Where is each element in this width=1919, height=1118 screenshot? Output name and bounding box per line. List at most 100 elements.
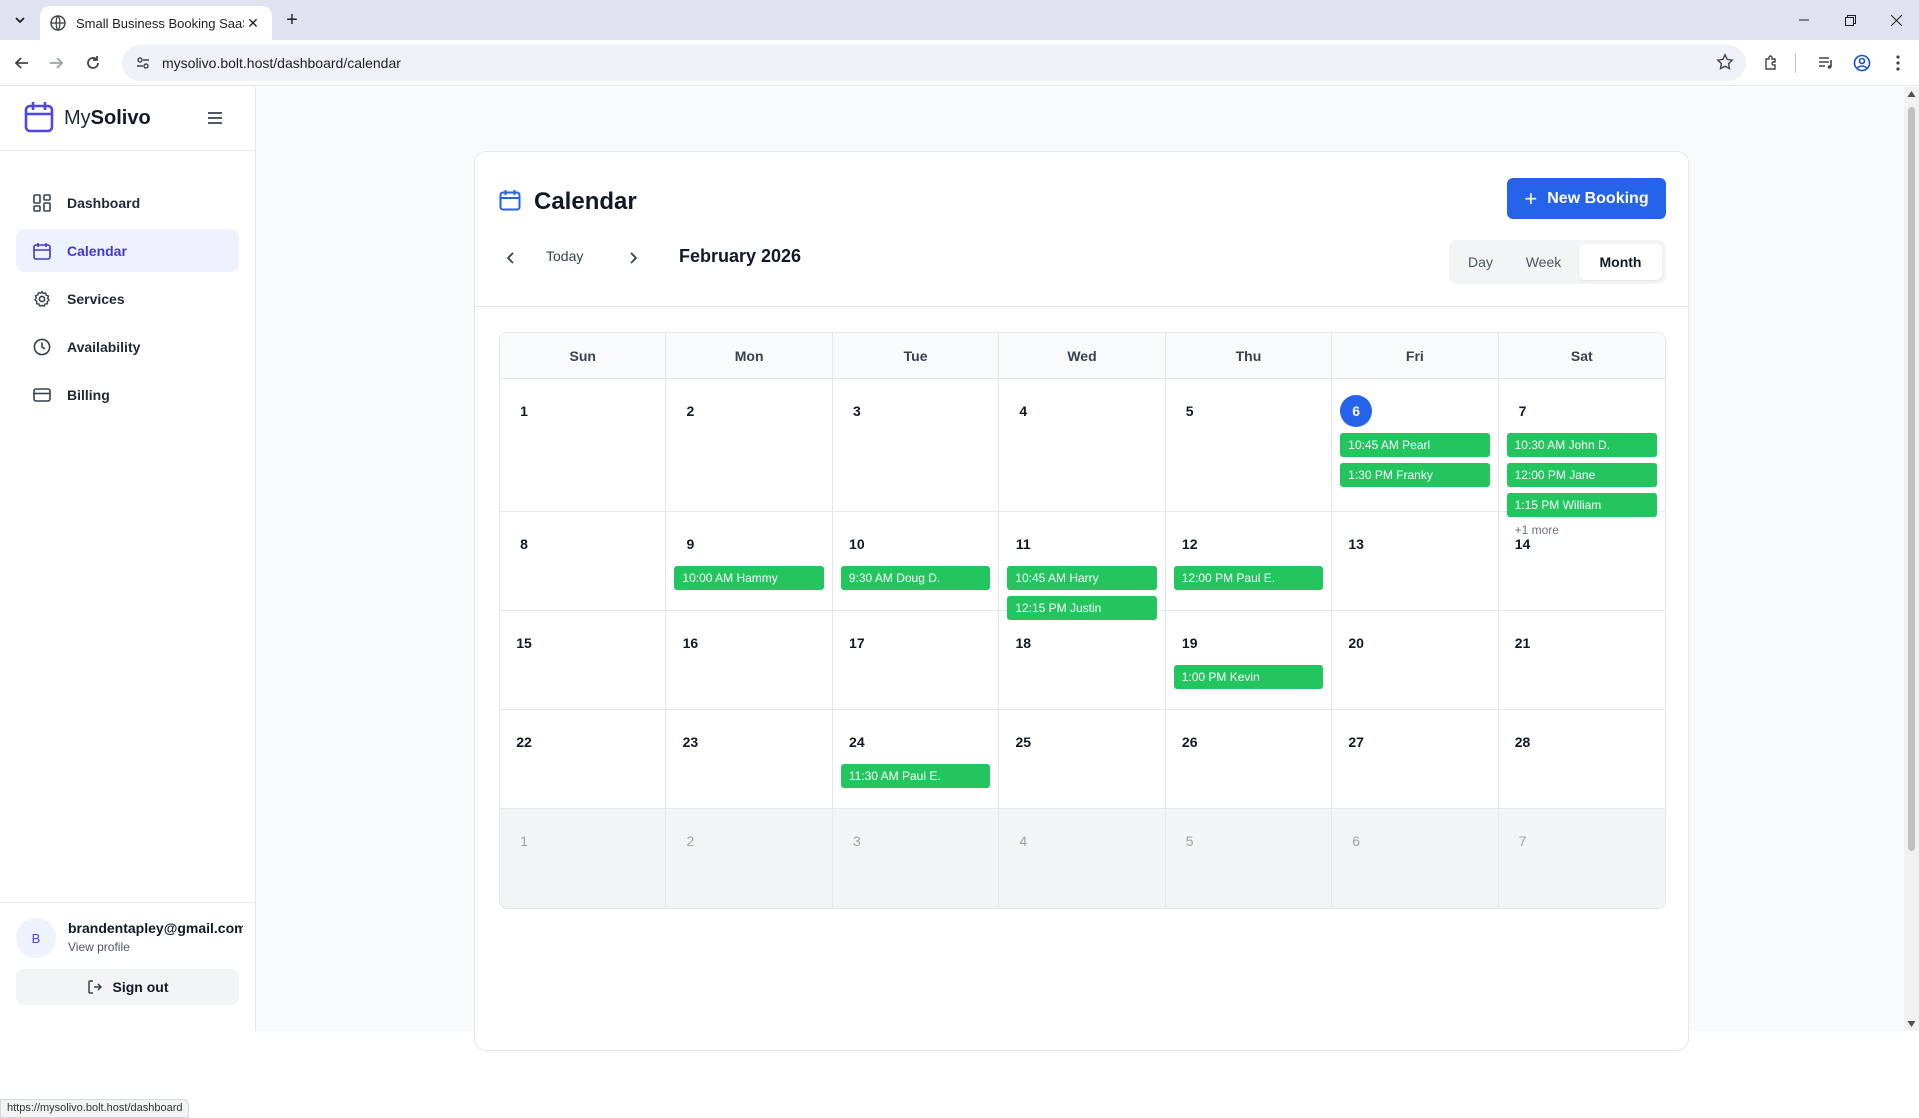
day-number: 18 [1015, 635, 1032, 651]
close-window-icon[interactable] [1873, 0, 1919, 40]
day-cell[interactable]: 22 [500, 710, 667, 808]
calendar-logo-icon [24, 102, 54, 133]
week-row: 8 9 10:00 AM Hammy 10 9:30 AM Doug D. 11 10:45… [500, 512, 1665, 632]
view-profile-link[interactable]: View profile [68, 940, 130, 954]
weekday-header: Sat [1570, 347, 1593, 364]
extensions-icon[interactable] [1758, 49, 1786, 77]
sidebar-item-calendar[interactable]: Calendar [16, 229, 239, 272]
today-day-number: 6 [1340, 395, 1373, 427]
site-info-icon[interactable] [134, 54, 152, 72]
new-booking-button[interactable]: + New Booking [1507, 178, 1666, 219]
user-panel: B brandentapley@gmail.com View profile S… [0, 902, 255, 1031]
restore-icon[interactable] [1827, 0, 1873, 40]
day-cell[interactable]: 25 [999, 710, 1166, 808]
day-number: 22 [516, 734, 532, 750]
toolbar-divider [1795, 53, 1796, 73]
weekday-header: Tue [833, 333, 1000, 378]
booking-event[interactable]: 10:45 AM Harry [1007, 566, 1157, 590]
sidebar-item-label: Dashboard [67, 194, 141, 211]
view-switcher: Day Week Month [1449, 240, 1666, 284]
day-cell[interactable]: 24 11:30 AM Paul E. [833, 710, 1000, 808]
day-cell[interactable]: 2 [666, 809, 833, 908]
day-cell[interactable]: 3 [832, 809, 1000, 908]
sidebar-item-label: Billing [67, 386, 110, 403]
scroll-up-arrow-icon[interactable] [1907, 90, 1916, 99]
globe-icon [50, 15, 66, 31]
day-cell[interactable]: 5 [1165, 809, 1333, 908]
day-number: 4 [1019, 403, 1028, 419]
scroll-down-arrow-icon[interactable] [1907, 1019, 1916, 1028]
today-button[interactable]: Today [546, 248, 583, 264]
day-cell[interactable]: 7 [1498, 809, 1665, 908]
address-bar[interactable]: mysolivo.bolt.host/dashboard/calendar [122, 45, 1746, 81]
day-cell[interactable]: 27 [1332, 710, 1499, 808]
app-root: MySolivo Dashboard Calendar Services Ava… [0, 87, 1919, 1118]
booking-event[interactable]: 10:00 AM Hammy [674, 566, 824, 590]
forward-icon[interactable] [42, 49, 70, 77]
new-tab-button[interactable]: + [281, 9, 303, 31]
calendar-card: Calendar + New Booking Today February 20… [474, 151, 1689, 1051]
sidebar-item-label: Availability [67, 338, 141, 355]
day-number: 13 [1348, 536, 1364, 552]
booking-event[interactable]: 11:30 AM Paul E. [840, 764, 991, 788]
day-number: 19 [1181, 635, 1198, 651]
day-number: 2 [686, 403, 695, 419]
booking-event[interactable]: 10:45 AM Pearl [1340, 433, 1490, 457]
booking-event[interactable]: 12:00 PM Paul E. [1173, 566, 1324, 590]
minimize-icon[interactable] [1781, 0, 1827, 40]
day-cell[interactable]: 28 [1499, 710, 1665, 808]
sign-out-icon [87, 979, 103, 995]
browser-tab[interactable]: Small Business Booking SaaS ✕ [40, 6, 272, 40]
sidebar-item-availability[interactable]: Availability [16, 325, 239, 368]
day-number: 11 [1015, 536, 1031, 552]
sidebar-item-dashboard[interactable]: Dashboard [16, 181, 239, 224]
reload-icon[interactable] [79, 49, 107, 77]
day-cell[interactable]: 19 1:00 PM Kevin [1166, 611, 1333, 709]
sidebar-item-services[interactable]: Services [16, 277, 239, 320]
brand-name[interactable]: MySolivo [64, 107, 151, 130]
page-scrollbar[interactable] [1904, 87, 1919, 1031]
day-number: 10 [849, 536, 865, 552]
media-controls-icon[interactable] [1812, 49, 1840, 77]
bookmark-star-icon[interactable] [1716, 53, 1734, 76]
booking-event[interactable]: 1:00 PM Kevin [1173, 665, 1324, 689]
sign-out-button[interactable]: Sign out [16, 969, 239, 1005]
close-tab-icon[interactable]: ✕ [244, 14, 262, 32]
previous-month-button[interactable] [499, 246, 523, 270]
day-cell[interactable]: 18 [999, 611, 1166, 709]
tab-search-button[interactable] [8, 8, 32, 32]
sidebar: MySolivo Dashboard Calendar Services Ava… [0, 87, 256, 1031]
brand-header: MySolivo [0, 87, 255, 151]
back-icon[interactable] [8, 49, 36, 77]
day-cell[interactable]: 21 [1499, 611, 1665, 709]
kebab-menu-icon[interactable] [1884, 49, 1912, 77]
booking-event[interactable]: 12:00 PM Jane [1506, 463, 1657, 487]
day-cell[interactable]: 6 [1332, 809, 1499, 908]
day-cell[interactable]: 15 [500, 611, 667, 709]
day-cell[interactable]: 4 [999, 809, 1166, 908]
view-day-button[interactable]: Day [1453, 244, 1508, 280]
avatar[interactable]: B [16, 918, 56, 958]
day-cell[interactable]: 23 [666, 710, 833, 808]
chevron-right-icon [630, 252, 638, 264]
booking-event[interactable]: 9:30 AM Doug D. [840, 566, 991, 590]
day-cell[interactable]: 20 [1332, 611, 1499, 709]
scroll-thumb[interactable] [1908, 107, 1915, 851]
day-cell[interactable]: 16 [666, 611, 833, 709]
day-number: 25 [1015, 734, 1032, 750]
next-month-button[interactable] [621, 246, 645, 270]
view-week-button[interactable]: Week [1508, 244, 1579, 280]
booking-event[interactable]: 10:30 AM John D. [1506, 433, 1657, 457]
day-number: 28 [1514, 734, 1531, 750]
day-cell[interactable]: 26 [1166, 710, 1333, 808]
day-cell[interactable]: 17 [833, 611, 1000, 709]
view-month-button[interactable]: Month [1579, 244, 1662, 280]
grid-icon [32, 193, 52, 213]
sidebar-item-billing[interactable]: Billing [16, 373, 239, 416]
day-number: 26 [1181, 734, 1198, 750]
hamburger-menu-icon[interactable] [204, 109, 226, 127]
profile-icon[interactable] [1848, 49, 1876, 77]
booking-event[interactable]: 1:30 PM Franky [1340, 463, 1490, 487]
chevron-left-icon [506, 252, 514, 264]
day-cell[interactable]: 1 [500, 809, 667, 908]
